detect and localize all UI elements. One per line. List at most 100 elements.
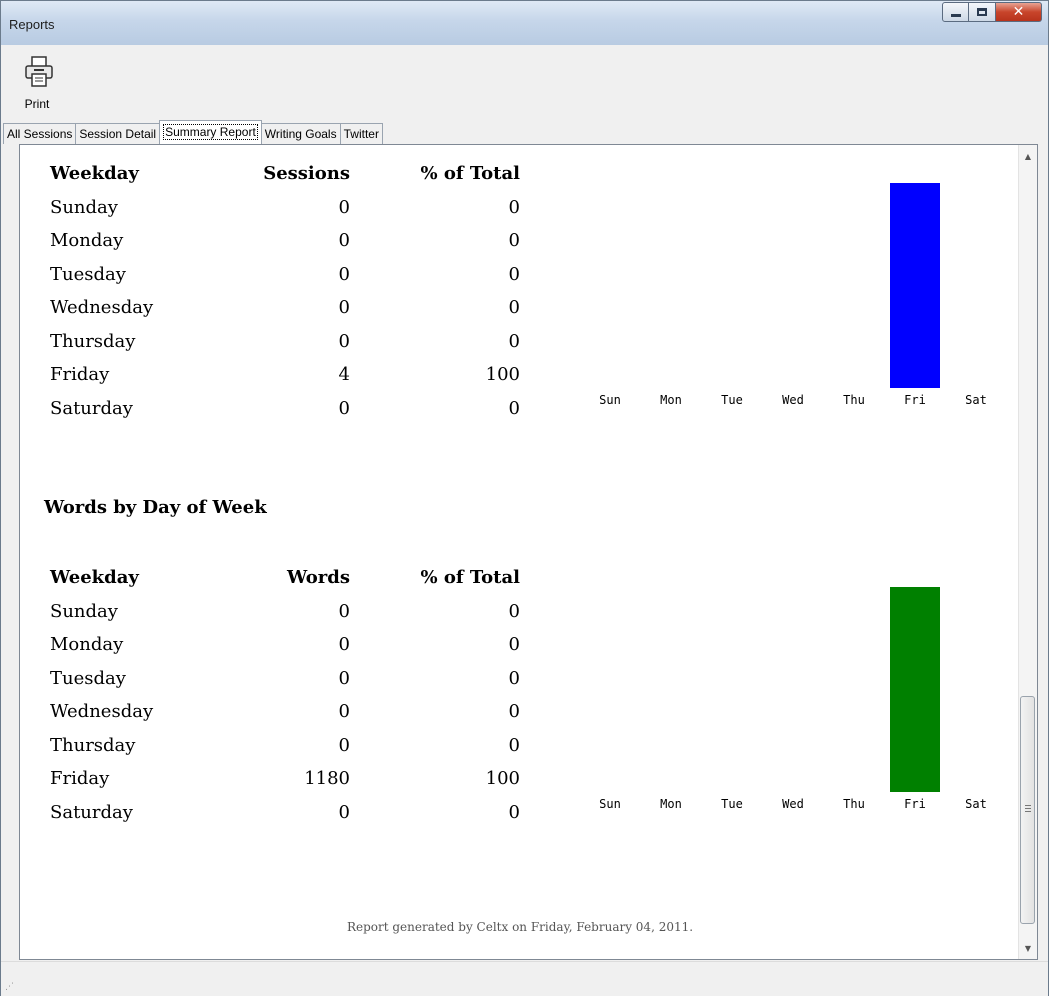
x-tick-label: Mon <box>660 393 682 407</box>
close-button[interactable]: ✕ <box>996 2 1042 22</box>
close-icon: ✕ <box>1012 4 1025 20</box>
x-tick-label: Tue <box>721 797 743 811</box>
words-table: Weekday Words% of Total Sunday 0 0 Monday 0 0 Tu… <box>50 567 520 835</box>
report-content[interactable]: Weekday Sessions % of Total Sunday 0 0 Monday 0… <box>19 144 1038 960</box>
percent-cell: 0 <box>508 330 520 352</box>
resize-grip-icon[interactable]: ⋰ <box>5 982 14 992</box>
x-tick-label: Thu <box>843 797 865 811</box>
tab-session-detail[interactable]: Session Detail <box>75 123 161 144</box>
percent-cell: 0 <box>508 701 520 722</box>
x-tick-label: Fri <box>904 393 926 407</box>
weekday-cell: Friday <box>50 768 110 789</box>
maximize-icon <box>977 8 987 16</box>
column-header: Sessions <box>263 163 350 184</box>
x-tick-label: Fri <box>904 797 926 811</box>
table-row: Saturday 0 0 <box>50 802 520 836</box>
table-row: Friday 1180 100 <box>50 768 520 802</box>
x-tick-label: Sun <box>599 393 621 407</box>
weekday-cell: Monday <box>50 634 124 655</box>
percent-cell: 0 <box>508 397 520 419</box>
value-cell: 0 <box>338 801 350 823</box>
sessions-table: Weekday Sessions % of Total Sunday 0 0 Monday 0… <box>50 163 520 431</box>
value-cell: 0 <box>338 196 350 218</box>
bar-fri <box>890 587 940 792</box>
column-header: Words <box>287 567 350 588</box>
x-tick-label: Wed <box>782 797 804 811</box>
percent-cell: 0 <box>508 634 520 655</box>
value-cell: 4 <box>338 364 350 385</box>
column-header: Weekday <box>50 163 139 184</box>
table-row: Friday 4 100 <box>50 364 520 398</box>
percent-cell: 0 <box>508 196 520 218</box>
words-chart: Sun Mon Tue Wed Thu Fri Sat <box>580 567 1010 837</box>
weekday-cell: Tuesday <box>50 263 126 285</box>
weekday-cell: Wednesday <box>50 297 154 318</box>
table-header-row: Weekday Sessions % of Total <box>50 163 520 197</box>
print-button[interactable]: Print <box>11 51 63 113</box>
report-footer: Report generated by Celtx on Friday, Feb… <box>346 920 694 934</box>
scroll-up-arrow-icon[interactable]: ▲ <box>1019 145 1037 167</box>
window-title: Reports <box>9 17 55 32</box>
value-cell: 0 <box>338 600 350 622</box>
weekday-cell: Saturday <box>50 801 133 823</box>
value-cell: 1180 <box>304 768 350 789</box>
table-row: Saturday 0 0 <box>50 398 520 432</box>
tab-writing-goals[interactable]: Writing Goals <box>260 123 341 144</box>
table-row: Sunday 0 0 <box>50 601 520 635</box>
maximize-button[interactable] <box>969 2 996 22</box>
x-tick-label: Thu <box>843 393 865 407</box>
tab-twitter[interactable]: Twitter <box>339 123 383 144</box>
printer-icon <box>25 56 53 87</box>
tab-summary-report[interactable]: Summary Report <box>159 120 262 144</box>
tab-bar: All Sessions Session Detail Summary Repo… <box>3 120 383 144</box>
status-bar: ⋰ <box>1 961 1048 996</box>
value-cell: 0 <box>338 397 350 419</box>
weekday-cell: Sunday <box>50 196 118 218</box>
bar-chart: Sun Mon Tue Wed Thu Fri Sat <box>599 183 987 407</box>
table-row: Tuesday 0 0 <box>50 668 520 702</box>
weekday-cell: Saturday <box>50 397 133 419</box>
table-row: Thursday 0 0 <box>50 735 520 769</box>
table-row: Monday 0 0 <box>50 634 520 668</box>
x-tick-label: Wed <box>782 393 804 407</box>
weekday-cell: Tuesday <box>50 667 126 689</box>
grip-icon <box>1025 805 1031 814</box>
percent-cell: 0 <box>508 801 520 823</box>
percent-cell: 0 <box>508 600 520 622</box>
table-row: Wednesday 0 0 <box>50 297 520 331</box>
weekday-cell: Thursday <box>50 734 136 756</box>
table-row: Wednesday 0 0 <box>50 701 520 735</box>
minimize-button[interactable] <box>942 2 969 22</box>
value-cell: 0 <box>338 634 350 655</box>
sessions-chart: Sun Mon Tue Wed Thu Fri Sat <box>580 163 1010 433</box>
percent-cell: 100 <box>485 364 520 385</box>
percent-cell: 0 <box>508 667 520 689</box>
tab-all-sessions[interactable]: All Sessions <box>3 123 77 144</box>
value-cell: 0 <box>338 701 350 722</box>
tab-summary-report-label: Summary Report <box>163 124 258 140</box>
value-cell: 0 <box>338 297 350 318</box>
x-tick-label: Mon <box>660 797 682 811</box>
scroll-down-arrow-icon[interactable]: ▼ <box>1019 937 1037 959</box>
column-header: % of Total <box>420 567 520 588</box>
table-row: Thursday 0 0 <box>50 331 520 365</box>
weekday-cell: Friday <box>50 364 110 385</box>
print-label: Print <box>24 97 50 111</box>
toolbar: Print <box>1 45 1048 117</box>
weekday-cell: Thursday <box>50 330 136 352</box>
vertical-scrollbar[interactable]: ▲ ▼ <box>1018 145 1037 959</box>
value-cell: 0 <box>338 230 350 251</box>
x-tick-label: Sun <box>599 797 621 811</box>
title-bar[interactable]: Reports ✕ <box>1 1 1048 45</box>
value-cell: 0 <box>338 263 350 285</box>
percent-cell: 0 <box>508 297 520 318</box>
bar-chart: Sun Mon Tue Wed Thu Fri Sat <box>599 587 987 811</box>
table-header-row: Weekday Words % of Total <box>50 567 520 601</box>
scrollbar-thumb[interactable] <box>1020 696 1035 924</box>
minimize-icon <box>950 13 961 17</box>
table-row: Monday 0 0 <box>50 230 520 264</box>
words-section-title: Words by Day of Week <box>44 497 267 518</box>
value-cell: 0 <box>338 667 350 689</box>
table-row: Tuesday 0 0 <box>50 264 520 298</box>
x-tick-label: Sat <box>965 393 987 407</box>
